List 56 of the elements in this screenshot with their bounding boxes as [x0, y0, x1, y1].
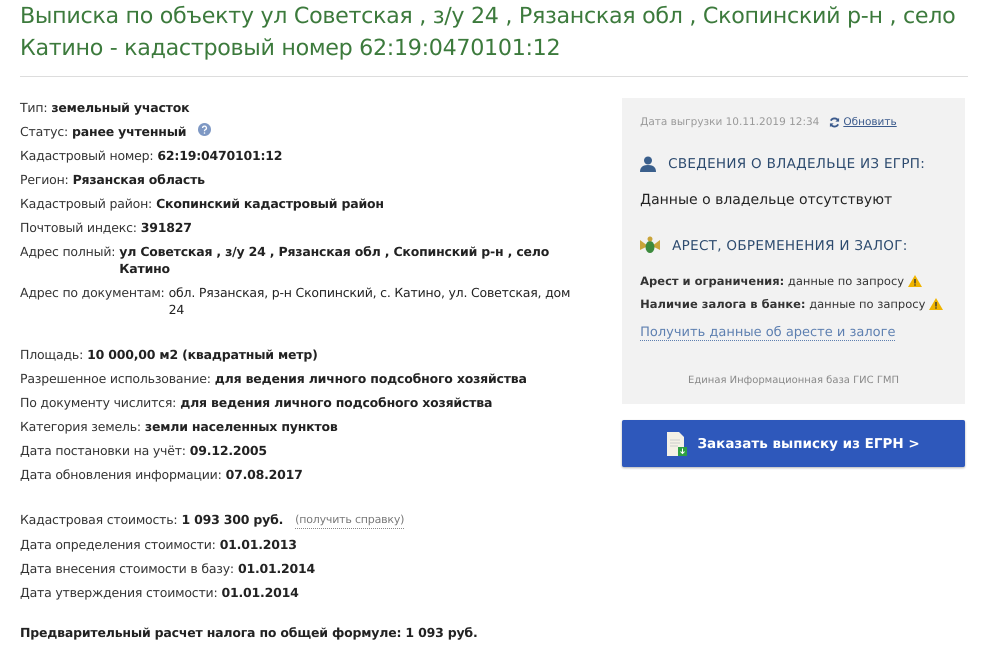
arrest-status: Арест и ограничения: данные по запросу [640, 274, 904, 288]
field-value: для ведения личного подсобного хозяйства [180, 394, 492, 411]
field-value: 1 093 300 руб. [181, 511, 284, 528]
arrest-data-link[interactable]: Получить данные об аресте и залоге [640, 325, 896, 341]
field-value: для ведения личного подсобного хозяйства [214, 370, 527, 387]
field-label: Адрес полный: [20, 243, 116, 260]
emblem-icon [640, 236, 660, 256]
page-title: Выписка по объекту ул Советская , з/у 24 , Рязанская обл , Скопинский р-н , село Катино - кадастровый номер 62:19:0470101:12 [20, 2, 956, 63]
field-label: Почтовый индекс: [20, 219, 137, 236]
tax-estimate: Предварительный расчет налога по общей формуле: 1 093 руб. [20, 625, 478, 640]
field-value: обл. Рязанская, р-н Скопинский, с. Катино, ул. Советская, дом 24 [168, 284, 572, 318]
field-value: 391827 [140, 219, 192, 236]
field-label: Тип: [20, 99, 48, 116]
field-label: Статус: [20, 123, 68, 140]
person-icon [640, 156, 656, 172]
field-value: земли населенных пунктов [144, 418, 338, 435]
field-value: 01.01.2013 [220, 536, 297, 553]
warning-icon [929, 298, 944, 310]
field-value: 09.12.2005 [190, 442, 267, 459]
owner-text: Данные о владельце отсутствуют [640, 192, 894, 208]
field-label: Категория земель: [20, 418, 141, 435]
field-value: ранее учтенный [72, 123, 186, 140]
field-value: земельный участок [51, 99, 190, 116]
arrest-heading: АРЕСТ, ОБРЕМЕНЕНИЯ И ЗАЛОГ: [672, 238, 908, 254]
field-label: Кадастровая стоимость: [20, 511, 178, 528]
field-value: 62:19:0470101:12 [157, 147, 282, 164]
owner-heading: СВЕДЕНИЯ О ВЛАДЕЛЬЦЕ ИЗ ЕГРП: [668, 156, 926, 172]
field-label: Площадь: [20, 346, 84, 363]
field-label: Дата внесения стоимости в базу: [20, 560, 234, 577]
field-value: 01.01.2014 [222, 584, 299, 601]
refresh-icon [829, 116, 840, 128]
field-value: 10 000,00 м2 (квадратный метр) [87, 346, 318, 363]
field-value: 07.08.2017 [226, 466, 303, 483]
arrest-status: Наличие залога в банке: данные по запросу [640, 297, 926, 311]
source-note: Единая Информационная база ГИС ГМП [687, 375, 900, 386]
field-label: По документу числится: [20, 394, 176, 411]
refresh-link[interactable]: Обновить [829, 116, 897, 128]
field-value: 01.01.2014 [238, 560, 316, 577]
export-date: Дата выгрузки 10.11.2019 12:34 [640, 116, 820, 128]
field-label: Дата утверждения стоимости: [20, 584, 218, 601]
field-label: Разрешенное использование: [20, 370, 211, 387]
field-value: ул Советская , з/у 24 , Рязанская обл , Скопинский р-н , село Катино [119, 243, 550, 277]
order-button[interactable]: Заказать выписку из ЕГРН > [622, 420, 965, 467]
field-label: Дата постановки на учёт: [20, 442, 186, 459]
field-label: Кадастровый район: [20, 195, 152, 212]
field-label: Кадастровый номер: [20, 147, 154, 164]
field-value: Рязанская область [72, 171, 205, 188]
help-icon[interactable] [198, 123, 212, 136]
field-value: Скопинский кадастровый район [156, 195, 384, 212]
field-label: Адрес по документам: [20, 284, 165, 301]
document-download-icon [667, 432, 688, 456]
field-label: Дата обновления информации: [20, 466, 222, 483]
field-label: Регион: [20, 171, 69, 188]
field-label: Дата определения стоимости: [20, 536, 216, 553]
warning-icon [908, 275, 922, 287]
certificate-link[interactable]: (получить справку) [295, 511, 404, 529]
